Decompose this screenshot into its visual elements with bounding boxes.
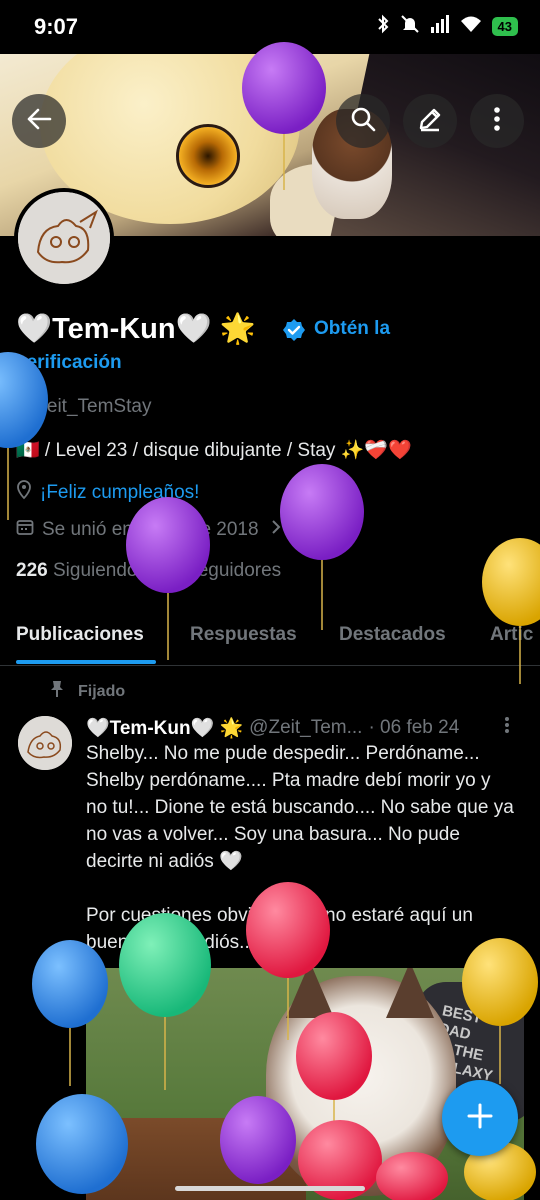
post-author-handle: @Zeit_Tem... [249, 717, 363, 738]
profile-avatar[interactable] [14, 188, 114, 288]
pinned-text: Fijado [78, 682, 126, 700]
status-time: 9:07 [34, 14, 79, 39]
follow-stats: 226 Siguiendo 28 Seguidores [16, 560, 281, 582]
tab-respuestas[interactable]: Respuestas [190, 624, 297, 646]
status-bar: 9:07 43 [0, 0, 540, 54]
following-count: 226 [16, 560, 48, 581]
followers-link[interactable]: 28 Seguidores [159, 560, 282, 581]
post-date: · 06 feb 24 [368, 717, 460, 738]
post-image[interactable]: BEST DAD IN THE GALAXY [86, 968, 524, 1200]
post-avatar[interactable] [18, 716, 72, 770]
more-options-button[interactable] [470, 94, 524, 148]
gesture-home-bar[interactable] [175, 1186, 365, 1191]
signal-icon [430, 15, 450, 38]
image-cat-ear-left [286, 968, 334, 1018]
joined-date: Se unió en mayo de 2018 [42, 519, 259, 540]
back-button[interactable] [12, 94, 66, 148]
birthday-row: ¡Feliz cumpleaños! [16, 480, 199, 506]
post-avatar-drawing [18, 716, 72, 770]
edit-pencil-icon [417, 106, 443, 137]
battery-icon: 43 [491, 17, 518, 36]
status-icons: 43 [376, 14, 518, 39]
avatar-drawing [18, 192, 110, 284]
wifi-icon [460, 15, 482, 38]
post-header: 🤍Tem-Kun🤍 🌟 @Zeit_Tem... · 06 feb 24 [86, 716, 459, 740]
following-label: Siguiendo [52, 560, 138, 581]
profile-handle: @Zeit_TemStay [16, 396, 152, 417]
pinned-label: Fijado [50, 680, 125, 703]
tab-articulos[interactable]: Artic [490, 624, 533, 646]
mute-icon [400, 14, 420, 39]
balloon-purple-mid [280, 464, 364, 630]
followers-label: Seguidores [185, 560, 282, 581]
more-vertical-icon [504, 717, 510, 739]
more-vertical-icon [493, 106, 501, 137]
edit-button[interactable] [403, 94, 457, 148]
bluetooth-icon [376, 14, 390, 39]
post-text: Shelby... No me pude despedir... Perdóna… [86, 743, 514, 953]
banner-art-eye [176, 124, 240, 188]
joined-row: Se unió en mayo de 2018 [16, 518, 281, 542]
location-pin-icon [16, 480, 32, 506]
followers-count: 28 [158, 560, 180, 581]
get-verified-link[interactable]: Obtén la verificación [16, 312, 436, 380]
tab-publicaciones[interactable]: Publicaciones [16, 624, 144, 646]
search-icon [350, 106, 376, 137]
pin-icon [50, 680, 64, 703]
post-author-name[interactable]: 🤍Tem-Kun🤍 🌟 [86, 716, 243, 740]
image-cat-ear-right [386, 968, 434, 1018]
compose-post-button[interactable] [442, 1080, 518, 1156]
profile-bio: 🇲🇽 / Level 23 / disque dibujante / Stay … [16, 440, 412, 461]
post-more-button[interactable] [504, 716, 510, 740]
search-button[interactable] [336, 94, 390, 148]
plus-icon [466, 1102, 494, 1135]
birthday-link[interactable]: ¡Feliz cumpleaños! [40, 482, 199, 504]
chevron-right-icon [271, 519, 281, 541]
tab-destacados[interactable]: Destacados [339, 624, 446, 646]
following-link[interactable]: 226 Siguiendo [16, 560, 138, 581]
calendar-icon [16, 518, 34, 542]
back-arrow-icon [26, 106, 52, 137]
profile-tabs: Publicaciones Respuestas Destacados Arti… [0, 612, 540, 666]
active-tab-indicator [16, 660, 156, 664]
